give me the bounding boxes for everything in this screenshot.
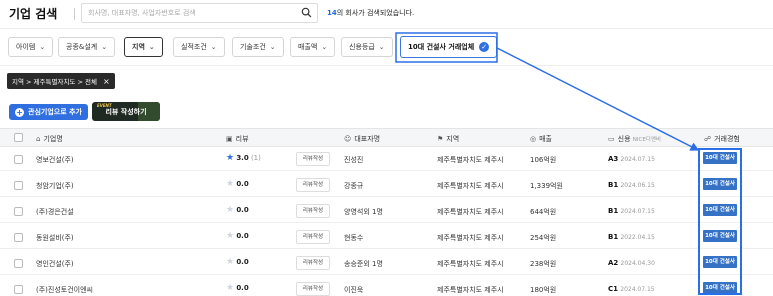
page: 기업 검색 14의 회사가 검색되었습니다. 아이템⌄ 공종&설계⌄ 지역⌄ 실… (0, 0, 773, 296)
annotation-arrow (395, 32, 700, 151)
